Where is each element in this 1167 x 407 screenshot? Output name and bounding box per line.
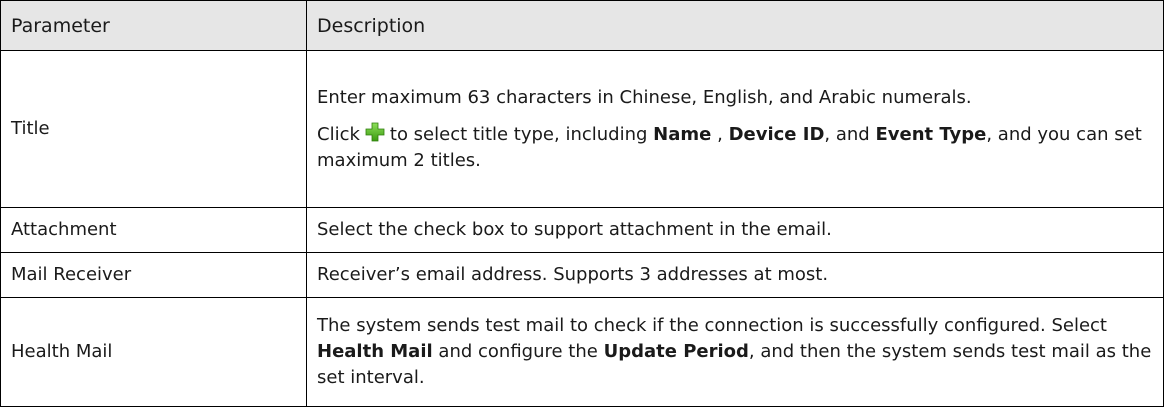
parameter-cell-title: Title xyxy=(0,50,307,208)
title-limit-text: Enter maximum 63 characters in Chinese, … xyxy=(317,86,972,108)
health-mail-option-text: Health Mail xyxy=(317,341,433,362)
health-mail-intro: The system sends test mail to check if t… xyxy=(317,315,1107,336)
table-row-health-mail: Health Mail The system sends test mail t… xyxy=(0,297,1164,407)
click-text: Click xyxy=(317,123,360,145)
table-row-mail-receiver: Mail Receiver Receiver’s email address. … xyxy=(0,252,1164,298)
add-icon xyxy=(364,121,386,143)
comma-text: , xyxy=(717,123,723,145)
name-option-text: Name xyxy=(653,123,712,145)
description-cell-attachment: Select the check box to support attachme… xyxy=(306,207,1164,253)
update-period-option-text: Update Period xyxy=(603,341,749,362)
event-type-option-text: Event Type xyxy=(875,123,987,145)
title-type-intro: to select title type, including xyxy=(389,123,648,145)
device-id-option-text: Device ID xyxy=(728,123,825,145)
description-cell-health-mail: The system sends test mail to check if t… xyxy=(306,297,1164,407)
column-header-description: Description xyxy=(306,0,1164,51)
table-row-title: Title Enter maximum 63 characters in Chi… xyxy=(0,50,1164,208)
parameter-cell-mail-receiver: Mail Receiver xyxy=(0,252,307,298)
and-text: , and xyxy=(824,123,870,145)
table-header-row: Parameter Description xyxy=(0,0,1164,51)
description-cell-mail-receiver: Receiver’s email address. Supports 3 add… xyxy=(306,252,1164,298)
title-type-text: Click to select title type, including Nam… xyxy=(317,121,1153,174)
description-cell-title: Enter maximum 63 characters in Chinese, … xyxy=(306,50,1164,208)
parameter-cell-attachment: Attachment xyxy=(0,207,307,253)
configure-text: and configure the xyxy=(438,341,598,362)
column-header-parameter: Parameter xyxy=(0,0,307,51)
parameter-cell-health-mail: Health Mail xyxy=(0,297,307,407)
parameter-table: Parameter Description Title Enter maximu… xyxy=(0,0,1164,407)
table-row-attachment: Attachment Select the check box to suppo… xyxy=(0,207,1164,253)
